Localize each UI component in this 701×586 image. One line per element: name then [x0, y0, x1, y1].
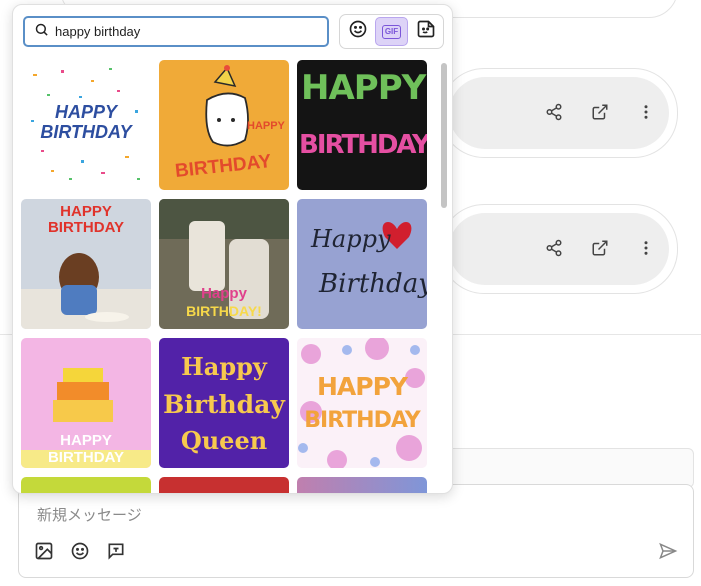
search-icon — [34, 22, 49, 42]
smiley-icon — [348, 19, 368, 44]
gif-caption: BIRTHDAY — [304, 408, 420, 433]
open-external-icon[interactable] — [590, 238, 610, 258]
gif-thumbnail[interactable]: HAPPY BIRTHDAY — [297, 338, 427, 468]
gif-thumbnail[interactable]: Happy BIRTHDAY! — [159, 199, 289, 329]
gif-caption: BIRTHDAY — [47, 219, 125, 236]
message-pill — [440, 204, 678, 294]
gif-caption: HAPPY — [301, 68, 426, 108]
send-icon[interactable] — [657, 540, 679, 562]
gif-picker-popup: GIF HAPPY BIRTHDAY — [12, 4, 453, 494]
gif-caption: Queen — [180, 426, 268, 455]
gif-caption: HAPPY — [60, 203, 112, 220]
sticker-icon — [416, 19, 436, 44]
gif-caption: Birthday — [319, 269, 427, 299]
gif-caption: HAPPY BIRTHDAY — [47, 432, 125, 466]
gif-icon: GIF — [381, 24, 402, 39]
gif-caption: HAPPY BIRTHDAY — [40, 102, 132, 142]
gif-thumbnail[interactable] — [297, 477, 427, 493]
message-pill — [440, 68, 678, 158]
tab-emoji[interactable] — [342, 17, 373, 46]
gif-thumbnail[interactable] — [21, 477, 151, 493]
gif-thumbnail[interactable]: HAPPY BIRTHDAY — [297, 60, 427, 190]
open-external-icon[interactable] — [590, 102, 610, 122]
tab-gif[interactable]: GIF — [375, 17, 408, 46]
gif-caption: Happy — [201, 285, 247, 302]
message-input-placeholder[interactable]: 新規メッセージ — [37, 504, 142, 525]
gif-thumbnail[interactable]: HAPPY BIRTHDAY — [21, 338, 151, 468]
gif-thumbnail[interactable]: HAPPY BIRTHDAY — [159, 60, 289, 190]
gif-caption: BIRTHDAY! — [186, 303, 262, 319]
gif-caption: Happy — [181, 352, 267, 381]
emoji-icon[interactable] — [69, 540, 91, 562]
more-options-icon[interactable] — [636, 102, 656, 122]
share-icon[interactable] — [544, 238, 564, 258]
chat-format-icon[interactable] — [105, 540, 127, 562]
results-scrollbar[interactable] — [441, 63, 447, 208]
gif-caption: Happy — [311, 225, 391, 253]
gif-results: HAPPY BIRTHDAY HAPPY BIRTHDAY HAPPY BIRT… — [21, 60, 431, 493]
gif-thumbnail[interactable]: HAPPY BIRTHDAY — [21, 199, 151, 329]
more-options-icon[interactable] — [636, 238, 656, 258]
image-icon[interactable] — [33, 540, 55, 562]
gif-caption: HAPPY — [316, 372, 408, 401]
gif-thumbnail[interactable]: Happy Birthday Queen — [159, 338, 289, 468]
gif-search-input[interactable] — [55, 24, 305, 39]
gif-thumbnail[interactable]: HAPPY BIRTHDAY — [21, 60, 151, 190]
share-icon[interactable] — [544, 102, 564, 122]
gif-caption: Birthday — [163, 390, 285, 419]
tab-sticker[interactable] — [410, 17, 441, 46]
gif-search-box[interactable] — [23, 16, 329, 47]
gif-caption: BIRTHDAY — [299, 130, 427, 160]
gif-caption: HAPPY — [247, 120, 285, 132]
gif-thumbnail[interactable]: Happy Birthday — [297, 199, 427, 329]
gif-thumbnail[interactable] — [159, 477, 289, 493]
picker-tabs: GIF — [339, 14, 444, 49]
message-composer[interactable]: 新規メッセージ — [18, 484, 694, 578]
